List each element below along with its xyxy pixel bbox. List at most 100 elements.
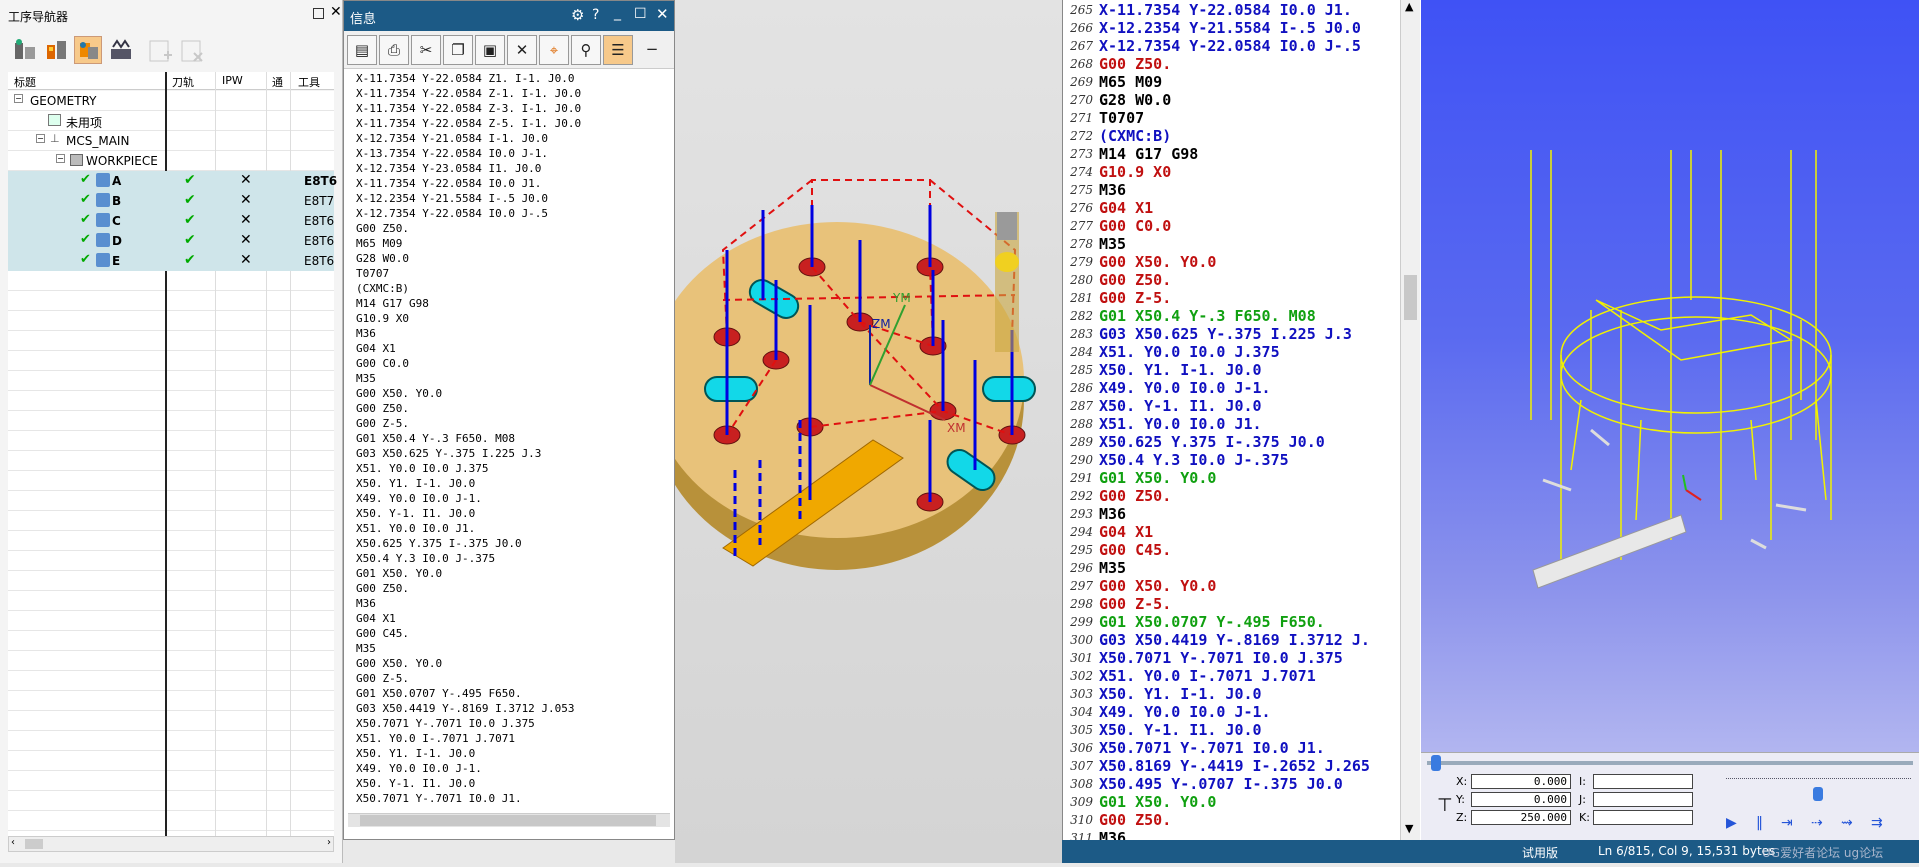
play-icon[interactable]: ▶ — [1726, 815, 1737, 831]
nc-code-line[interactable]: G00 X50. Y0.0 — [1099, 577, 1216, 595]
nc-code-line[interactable]: G00 Z-5. — [1099, 289, 1171, 307]
nc-code-line[interactable]: G00 Z50. — [1099, 271, 1171, 289]
nc-code-line[interactable]: X51. Y0.0 I-.7071 J.7071 — [1099, 667, 1316, 685]
minimize-icon[interactable]: _ — [614, 5, 621, 21]
k-field[interactable] — [1593, 810, 1693, 825]
geometry-view-button[interactable] — [74, 36, 102, 64]
column-ipw[interactable]: IPW — [222, 74, 243, 87]
nc-code-line[interactable]: X-11.7354 Y-22.0584 I0.0 J1. — [1099, 1, 1352, 19]
column-toolpath[interactable]: 刀轨 — [172, 74, 194, 90]
close-icon[interactable]: ✕ — [330, 4, 342, 20]
scroll-thumb[interactable] — [1404, 275, 1417, 320]
scroll-thumb[interactable] — [360, 815, 656, 826]
nc-code-line[interactable]: X50. Y-1. I1. J0.0 — [1099, 397, 1262, 415]
operation-row[interactable]: ✔ C ✔ ✕ E8T6 — [8, 211, 334, 231]
nc-code-line[interactable]: M36 — [1099, 505, 1126, 523]
operation-row[interactable]: ✔ E ✔ ✕ E8T6 — [8, 251, 334, 271]
scroll-thumb[interactable] — [25, 839, 43, 849]
nc-code-line[interactable]: X50. Y-1. I1. J0.0 — [1099, 721, 1262, 739]
nc-code-line[interactable]: X49. Y0.0 I0.0 J-1. — [1099, 703, 1271, 721]
nc-code-line[interactable]: X50.4 Y.3 I0.0 J-.375 — [1099, 451, 1289, 469]
scroll-right-icon[interactable]: › — [327, 837, 331, 848]
collapse-toolbar-button[interactable]: − — [637, 35, 667, 65]
nc-code-line[interactable]: G00 Z50. — [1099, 487, 1171, 505]
nc-code-line[interactable]: G00 C0.0 — [1099, 217, 1171, 235]
operation-row[interactable]: ✔ B ✔ ✕ E8T7 — [8, 191, 334, 211]
nc-code-line[interactable]: X50.7071 Y-.7071 I0.0 J.375 — [1099, 649, 1343, 667]
tree-node-geometry[interactable]: − GEOMETRY — [8, 91, 334, 111]
maximize-icon[interactable]: ☐ — [634, 6, 647, 22]
j-field[interactable] — [1593, 792, 1693, 807]
machine-tool-view-button[interactable] — [10, 36, 38, 64]
graphics-viewport[interactable]: ZM XM YM — [650, 0, 1062, 863]
close-icon[interactable]: ✕ — [656, 5, 669, 23]
simulation-viewport[interactable] — [1421, 0, 1919, 840]
info-text[interactable]: X-11.7354 Y-22.0584 Z1. I-1. J0.0 X-11.73… — [356, 71, 661, 811]
print-button[interactable]: ⎙ — [379, 35, 409, 65]
nc-code-line[interactable]: X-12.7354 Y-22.0584 I0.0 J-.5 — [1099, 37, 1361, 55]
nc-code-line[interactable]: M65 M09 — [1099, 73, 1162, 91]
delete-operation-button[interactable] — [177, 36, 205, 64]
nc-code-line[interactable]: X50. Y1. I-1. J0.0 — [1099, 685, 1262, 703]
vertical-scrollbar[interactable]: ▲ ▼ — [1400, 0, 1420, 840]
column-title[interactable]: 标题 — [14, 74, 36, 90]
timeline-track[interactable] — [1427, 761, 1913, 765]
method-view-button[interactable] — [106, 36, 134, 64]
nc-code-line[interactable]: M14 G17 G98 — [1099, 145, 1198, 163]
nc-code-line[interactable]: G10.9 X0 — [1099, 163, 1171, 181]
collapse-icon[interactable]: − — [14, 94, 23, 103]
nc-code-line[interactable]: G01 X50.4 Y-.3 F650. M08 — [1099, 307, 1316, 325]
nc-code-line[interactable]: X51. Y0.0 I0.0 J1. — [1099, 415, 1262, 433]
delete-button[interactable]: ✕ — [507, 35, 537, 65]
fast-forward-icon[interactable]: ⇉ — [1871, 815, 1883, 831]
collapse-icon[interactable]: − — [56, 154, 65, 163]
tree-node-workpiece[interactable]: − WORKPIECE — [8, 151, 334, 171]
scroll-down-icon[interactable]: ▼ — [1405, 822, 1413, 835]
operation-row[interactable]: ✔ A ✔ ✕ E8T6 — [8, 171, 337, 191]
cut-button[interactable]: ✂ — [411, 35, 441, 65]
operation-row[interactable]: ✔ D ✔ ✕ E8T6 — [8, 231, 334, 251]
save-button[interactable]: ▤ — [347, 35, 377, 65]
nc-code-line[interactable]: G01 X50. Y0.0 — [1099, 469, 1216, 487]
nc-code-editor[interactable]: 265 X-11.7354 Y-22.0584 I0.0 J1. 266 X-12.2… — [1062, 0, 1421, 847]
i-field[interactable] — [1593, 774, 1693, 789]
info-titlebar[interactable]: 信息 ⚙ ? _ ☐ ✕ — [344, 1, 674, 31]
nc-code-line[interactable]: X50.7071 Y-.7071 I0.0 J1. — [1099, 739, 1325, 757]
nc-code-line[interactable]: M35 — [1099, 559, 1126, 577]
timeline-thumb[interactable] — [1431, 755, 1441, 771]
nc-code-line[interactable]: X50.8169 Y-.4419 I-.2652 J.265 — [1099, 757, 1370, 775]
nc-code-line[interactable]: G01 X50. Y0.0 — [1099, 793, 1216, 811]
tree-node-mcs-main[interactable]: − ⊥ MCS_MAIN — [8, 131, 334, 151]
nc-code-line[interactable]: G04 X1 — [1099, 523, 1153, 541]
nc-code-line[interactable]: G01 X50.0707 Y-.495 F650. — [1099, 613, 1325, 631]
maximize-icon[interactable] — [313, 8, 324, 19]
nc-code-line[interactable]: X-12.2354 Y-21.5584 I-.5 J0.0 — [1099, 19, 1361, 37]
nc-code-line[interactable]: X51. Y0.0 I0.0 J.375 — [1099, 343, 1280, 361]
nc-code-line[interactable]: G03 X50.4419 Y-.8169 I.3712 J. — [1099, 631, 1370, 649]
pause-icon[interactable]: ‖ — [1756, 815, 1763, 831]
nc-code-line[interactable]: X49. Y0.0 I0.0 J-1. — [1099, 379, 1271, 397]
speed-thumb[interactable] — [1813, 787, 1823, 801]
nc-code-line[interactable]: G00 X50. Y0.0 — [1099, 253, 1216, 271]
nc-code-line[interactable]: M36 — [1099, 181, 1126, 199]
step-arc-icon[interactable]: ⇢ — [1811, 815, 1823, 831]
find-button[interactable]: ⚲ — [571, 35, 601, 65]
nc-code-line[interactable]: M35 — [1099, 235, 1126, 253]
x-coordinate-field[interactable]: 0.000 — [1471, 774, 1571, 789]
nc-code-line[interactable]: G00 Z50. — [1099, 811, 1171, 829]
wrap-button[interactable]: ☰ — [603, 35, 633, 65]
nc-code-line[interactable]: X50. Y1. I-1. J0.0 — [1099, 361, 1262, 379]
settings-icon[interactable]: ⚙ — [571, 6, 584, 24]
nc-code-line[interactable]: T0707 — [1099, 109, 1144, 127]
z-coordinate-field[interactable]: 250.000 — [1471, 810, 1571, 825]
nc-code-line[interactable]: G03 X50.625 Y-.375 I.225 J.3 — [1099, 325, 1352, 343]
info-horizontal-scrollbar[interactable] — [348, 813, 670, 827]
tree-node-unused[interactable]: 未用项 — [8, 111, 334, 131]
nc-code-line[interactable]: G00 Z50. — [1099, 55, 1171, 73]
copy-button[interactable]: ❐ — [443, 35, 473, 65]
paste-button[interactable]: ▣ — [475, 35, 505, 65]
help-icon[interactable]: ? — [592, 7, 599, 23]
horizontal-scrollbar[interactable]: ‹ › — [8, 836, 334, 852]
scroll-up-icon[interactable]: ▲ — [1405, 0, 1413, 13]
nc-code-line[interactable]: G00 Z-5. — [1099, 595, 1171, 613]
